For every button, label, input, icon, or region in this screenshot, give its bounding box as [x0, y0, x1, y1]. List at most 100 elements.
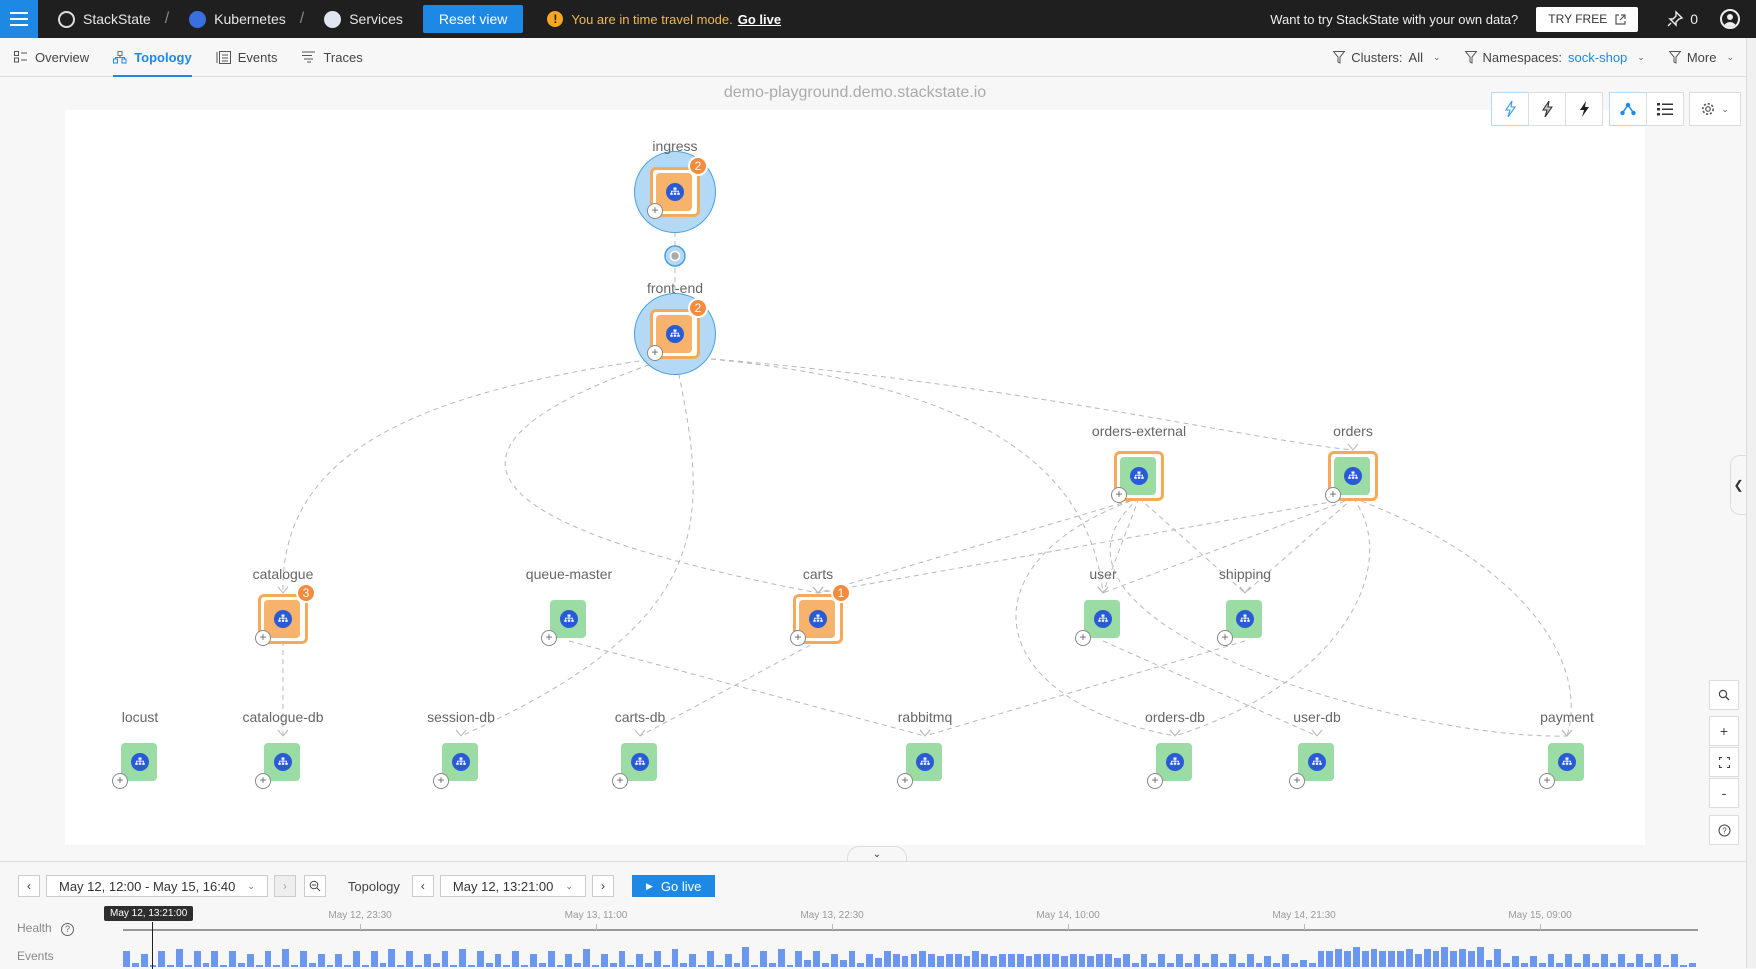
expand-node-icon[interactable]: + — [541, 630, 557, 646]
event-bar[interactable] — [1007, 953, 1015, 967]
event-bar[interactable] — [954, 953, 962, 967]
namespaces-filter[interactable]: Namespaces: sock-shop ⌄ — [1464, 50, 1645, 65]
event-bar[interactable] — [1273, 962, 1281, 967]
pinned-button[interactable]: 0 — [1666, 10, 1698, 28]
event-bar[interactable] — [1114, 958, 1121, 967]
event-bar[interactable] — [698, 964, 705, 967]
expand-node-icon[interactable]: + — [790, 630, 806, 646]
event-bar[interactable] — [1184, 962, 1192, 967]
menu-button[interactable] — [0, 0, 38, 38]
expand-node-icon[interactable]: + — [1075, 630, 1091, 646]
breadcrumb-services[interactable]: Services — [324, 10, 403, 28]
event-bar[interactable] — [1290, 962, 1298, 967]
event-bar[interactable] — [645, 962, 652, 967]
event-bar[interactable] — [512, 951, 520, 967]
event-bar[interactable] — [715, 964, 723, 967]
event-bar[interactable] — [1237, 962, 1245, 967]
event-bar[interactable] — [1388, 951, 1396, 967]
settings-button[interactable]: ⌄ — [1689, 92, 1741, 126]
event-bar[interactable] — [1582, 953, 1590, 967]
event-bar[interactable] — [1069, 953, 1077, 967]
expand-node-icon[interactable]: + — [1539, 773, 1555, 789]
event-bar[interactable] — [1423, 949, 1431, 967]
event-bar[interactable] — [937, 955, 944, 967]
event-bar[interactable] — [1370, 949, 1378, 967]
time-forward-button[interactable]: › — [591, 875, 614, 897]
event-bar[interactable] — [742, 947, 750, 967]
expand-node-icon[interactable]: + — [612, 773, 628, 789]
expand-node-icon[interactable]: + — [1325, 487, 1341, 503]
event-bar[interactable] — [547, 951, 555, 967]
event-bar[interactable] — [928, 953, 936, 967]
go-live-link[interactable]: Go live — [738, 12, 781, 27]
help-button[interactable]: ? — [1709, 815, 1739, 845]
event-bar[interactable] — [193, 951, 201, 967]
event-bar[interactable] — [600, 953, 608, 967]
event-bar[interactable] — [184, 964, 192, 967]
event-bar[interactable] — [1352, 947, 1360, 967]
event-bar[interactable] — [229, 951, 237, 967]
collapse-side-panel-button[interactable]: ❮ — [1730, 455, 1746, 515]
event-bar[interactable] — [1344, 951, 1351, 967]
event-bar[interactable] — [353, 951, 360, 967]
expand-node-icon[interactable]: + — [112, 773, 128, 789]
event-bar[interactable] — [1574, 962, 1581, 967]
event-bar[interactable] — [450, 964, 458, 967]
event-bar[interactable] — [813, 951, 820, 967]
event-bar[interactable] — [1122, 953, 1130, 967]
event-bar[interactable] — [1636, 953, 1643, 967]
collapse-timeline-button[interactable]: ⌄ — [847, 846, 907, 862]
show-critical-events-button[interactable] — [1565, 92, 1603, 126]
event-bar[interactable] — [1299, 960, 1307, 967]
event-bar[interactable] — [282, 949, 290, 967]
event-bar[interactable] — [1361, 951, 1369, 967]
event-bar[interactable] — [1096, 953, 1104, 967]
event-bar[interactable] — [839, 960, 847, 967]
event-bar[interactable] — [1662, 964, 1670, 967]
event-bar[interactable] — [388, 949, 396, 967]
event-bar[interactable] — [1175, 953, 1183, 967]
event-bar[interactable] — [963, 955, 971, 967]
time-select[interactable]: May 12, 13:21:00 ⌄ — [439, 875, 586, 897]
event-bar[interactable] — [538, 962, 546, 967]
event-bar[interactable] — [1591, 962, 1599, 967]
expand-node-icon[interactable]: + — [647, 345, 663, 361]
event-bar[interactable] — [857, 962, 865, 967]
user-avatar[interactable] — [1720, 9, 1740, 29]
event-bar[interactable] — [866, 953, 874, 967]
event-bar[interactable] — [503, 964, 511, 967]
event-bar[interactable] — [299, 951, 307, 967]
tab-overview[interactable]: Overview — [14, 38, 89, 77]
event-bar[interactable] — [476, 951, 484, 967]
event-bar[interactable] — [768, 962, 776, 967]
search-button[interactable] — [1709, 680, 1739, 710]
event-bar[interactable] — [131, 962, 139, 967]
event-bar[interactable] — [574, 962, 582, 967]
event-bar[interactable] — [1467, 951, 1475, 967]
event-bar[interactable] — [1078, 953, 1086, 967]
event-bar[interactable] — [291, 964, 298, 967]
event-bar[interactable] — [211, 951, 219, 967]
clusters-filter[interactable]: Clusters: All ⌄ — [1333, 50, 1441, 65]
event-bar[interactable] — [751, 964, 759, 967]
time-back-button[interactable]: ‹ — [411, 875, 434, 897]
expand-node-icon[interactable]: + — [1289, 773, 1305, 789]
event-bar[interactable] — [397, 964, 405, 967]
event-bar[interactable] — [1432, 951, 1440, 967]
event-bar[interactable] — [1087, 955, 1095, 967]
fit-screen-button[interactable] — [1709, 747, 1739, 777]
event-bar[interactable] — [1680, 964, 1688, 967]
range-back-button[interactable]: ‹ — [18, 875, 40, 897]
time-cursor[interactable] — [152, 922, 153, 969]
event-bar[interactable] — [1689, 962, 1696, 967]
event-bar[interactable] — [1627, 962, 1635, 967]
event-bar[interactable] — [335, 953, 343, 967]
event-bar[interactable] — [1246, 953, 1254, 967]
event-bar[interactable] — [848, 951, 856, 967]
event-bar[interactable] — [441, 951, 449, 967]
time-range-select[interactable]: May 12, 12:00 - May 15, 16:40 ⌄ — [46, 875, 268, 897]
event-bar[interactable] — [1326, 951, 1334, 967]
event-bar[interactable] — [822, 962, 829, 967]
event-bar[interactable] — [140, 953, 148, 967]
expand-node-icon[interactable]: + — [433, 773, 449, 789]
